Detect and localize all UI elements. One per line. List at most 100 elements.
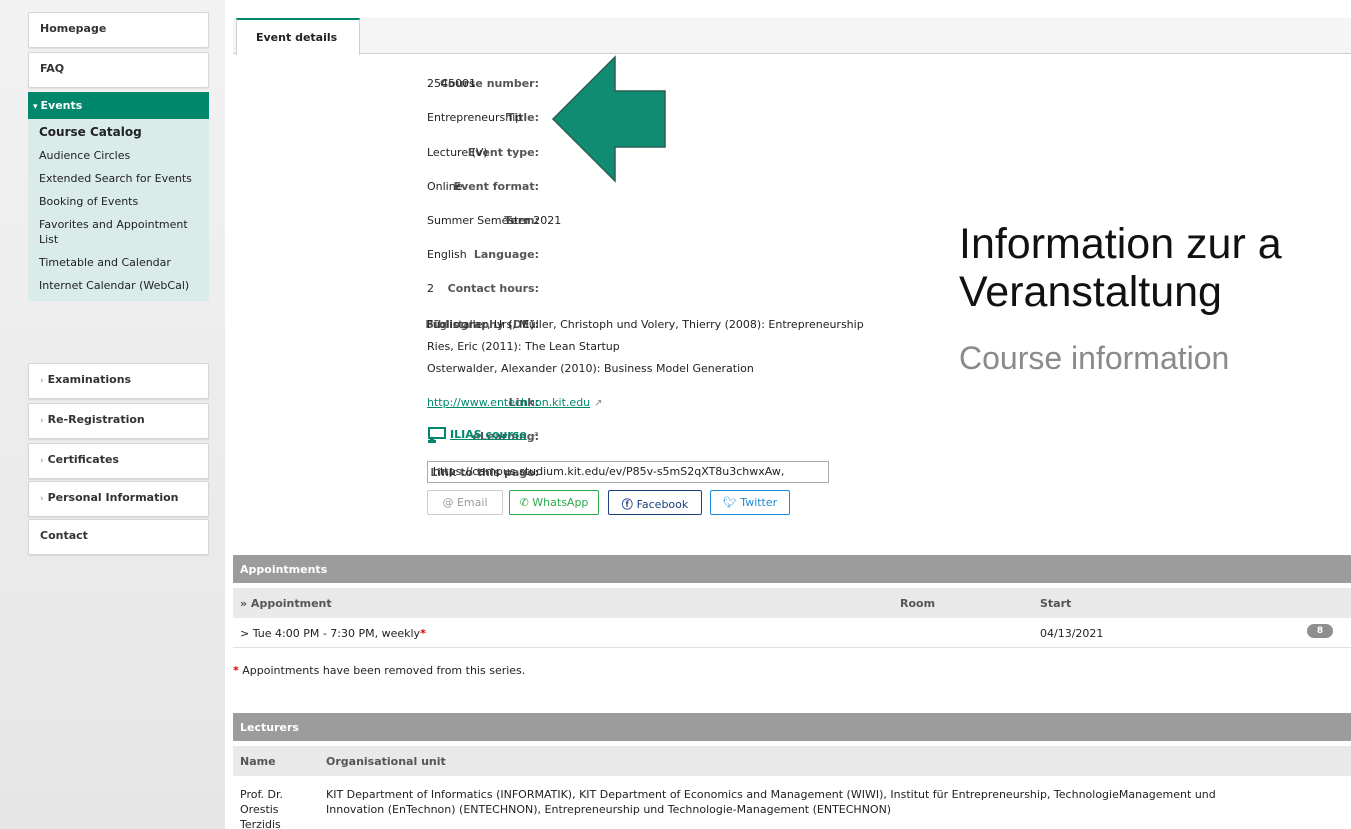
elearning-row: ILIAS course ↗ [427,427,539,443]
nav-item-extended-search[interactable]: Extended Search for Events [28,167,209,190]
nav-faq[interactable]: FAQ [28,52,209,88]
event-type-value: Lecture (V) [427,146,488,159]
main-content: Event details Course number: 2545001 Tit… [233,0,1351,829]
at-icon: @ [442,496,457,509]
external-link-icon: ↗ [594,398,603,409]
lecturer-name[interactable]: Prof. Dr. Orestis Terzidis [240,787,283,829]
share-twitter-label: Twitter [740,496,778,509]
course-number-value: 2545001 [427,77,476,90]
ilias-icon [428,427,446,443]
nav-item-course-catalog[interactable]: Course Catalog [28,119,209,144]
nav-contact[interactable]: Contact [28,519,209,555]
nav-certificates-label: Certificates [47,453,119,466]
nav-events-group: ▾ Events Course Catalog Audience Circles … [28,92,209,301]
overlay-subheading: Course information [959,340,1230,376]
lecturer-name-line: Prof. Dr. [240,788,283,801]
start-column: Start [1040,597,1072,610]
language-value: English [427,248,467,261]
table-row[interactable]: > Tue 4:00 PM - 7:30 PM, weekly* 04/13/2… [233,618,1351,648]
count-badge: 8 [1307,624,1333,638]
nav-examinations-label: Examinations [47,373,132,386]
overlay-heading-line: Veranstaltung [959,268,1222,316]
event-format-value: Online [427,180,463,193]
nav-faq-label: FAQ [40,62,65,75]
nav-examinations-row: › Examinations [29,364,208,398]
caret-right-icon: › [40,416,44,426]
share-email-label: Email [456,496,488,509]
ilias-course-link[interactable]: ILIAS course [450,428,527,441]
whatsapp-icon: ✆ [519,496,533,509]
appointment-cell: > Tue 4:00 PM - 7:30 PM, weekly* [240,627,426,640]
start-cell: 04/13/2021 [1040,627,1104,640]
entechnon-link[interactable]: http://www.entechnon.kit.edu [427,396,590,409]
title-value: Entrepreneurship [427,111,523,124]
lecturers-column-header: Name Organisational unit [233,746,1351,776]
room-column: Room [900,597,936,610]
nav-personal-information-row: › Personal Information [29,482,208,516]
bibliography-line: Füglistaller, Urs, Müller, Christoph und… [427,318,864,331]
nav-events[interactable]: ▾ Events [28,92,209,119]
lecturers-title: Lecturers [233,713,1351,741]
nav-reregistration-row: › Re-Registration [29,404,208,438]
tab-bar: Event details [233,18,1351,55]
nav-homepage[interactable]: Homepage [28,12,209,48]
appointment-column[interactable]: » Appointment [240,597,332,610]
lecturer-unit-line: Innovation (EnTechnon) (ENTECHNON), Entr… [326,803,892,816]
lecturer-unit: KIT Department of Informatics (INFORMATI… [326,787,1216,817]
share-facebook-button[interactable]: ⓕ Facebook [608,490,702,515]
nav-certificates[interactable]: › Certificates [28,443,209,479]
footnote-text: Appointments have been removed from this… [242,664,526,677]
footnote-marker: * [233,664,239,677]
overlay-heading-line: Information zur a [959,220,1282,268]
lecturer-unit-line: KIT Department of Informatics (INFORMATI… [326,788,1216,801]
unit-column: Organisational unit [326,755,446,768]
caret-right-icon: › [40,456,44,466]
contact-hours-value: 2 [427,282,434,295]
appointments-title: Appointments [233,555,1351,583]
bibliography-line: Ries, Eric (2011): The Lean Startup [427,340,620,353]
term-value: Summer Semester 2021 [427,214,562,227]
caret-right-icon: › [40,376,44,386]
nav-personal-information-label: Personal Information [47,491,179,504]
nav-homepage-label: Homepage [40,22,107,35]
share-whatsapp-button[interactable]: ✆ WhatsApp [509,490,599,515]
nav-reregistration[interactable]: › Re-Registration [28,403,209,439]
annotation-arrow [551,55,666,183]
caret-right-icon: › [40,494,44,504]
caret-down-icon: ▾ [33,102,38,112]
nav-contact-label: Contact [40,529,88,542]
nav-item-timetable[interactable]: Timetable and Calendar [28,251,209,274]
nav-item-audience-circles[interactable]: Audience Circles [28,144,209,167]
nav-item-webcal[interactable]: Internet Calendar (WebCal) [28,274,209,301]
link-row: http://www.entechnon.kit.edu ↗ [427,396,603,409]
nav-events-label: Events [40,99,83,112]
nav-personal-information[interactable]: › Personal Information [28,481,209,517]
tab-event-details[interactable]: Event details [236,18,360,55]
external-link-icon: ↗ [530,430,540,441]
sidebar: Homepage FAQ ▾ Events Course Catalog Audi… [0,0,225,829]
nav-examinations[interactable]: › Examinations [28,363,209,399]
share-whatsapp-label: WhatsApp [532,496,589,509]
overlay-heading: Information zur a Veranstaltung [959,220,1351,316]
nav-certificates-row: › Certificates [29,444,208,478]
appointments-column-header: » Appointment Room Start [233,588,1351,618]
lecturer-name-line: Orestis [240,803,279,816]
lecturer-name-line: Terzidis [240,818,281,829]
share-twitter-button[interactable]: 🐦︎ Twitter [710,490,790,515]
permalink-field[interactable]: https://campus.studium.kit.edu/ev/P85v-s… [427,461,829,483]
nav-reregistration-label: Re-Registration [47,413,145,426]
event-format-label: Event format: [453,180,539,193]
nav-item-favorites[interactable]: Favorites and Appointment List [28,213,209,251]
name-column: Name [240,755,276,768]
twitter-icon: 🐦︎ [722,496,741,509]
nav-item-booking[interactable]: Booking of Events [28,190,209,213]
facebook-icon: ⓕ [621,498,637,511]
removed-marker: * [420,627,426,640]
share-facebook-label: Facebook [636,498,689,511]
contact-hours-label: Contact hours: [447,282,539,295]
share-email-button[interactable]: @ Email [427,490,503,515]
appointments-footnote: * Appointments have been removed from th… [233,664,525,677]
appointment-text: > Tue 4:00 PM - 7:30 PM, weekly [240,627,421,640]
language-label: Language: [473,248,539,261]
bibliography-line: Osterwalder, Alexander (2010): Business … [427,362,754,375]
